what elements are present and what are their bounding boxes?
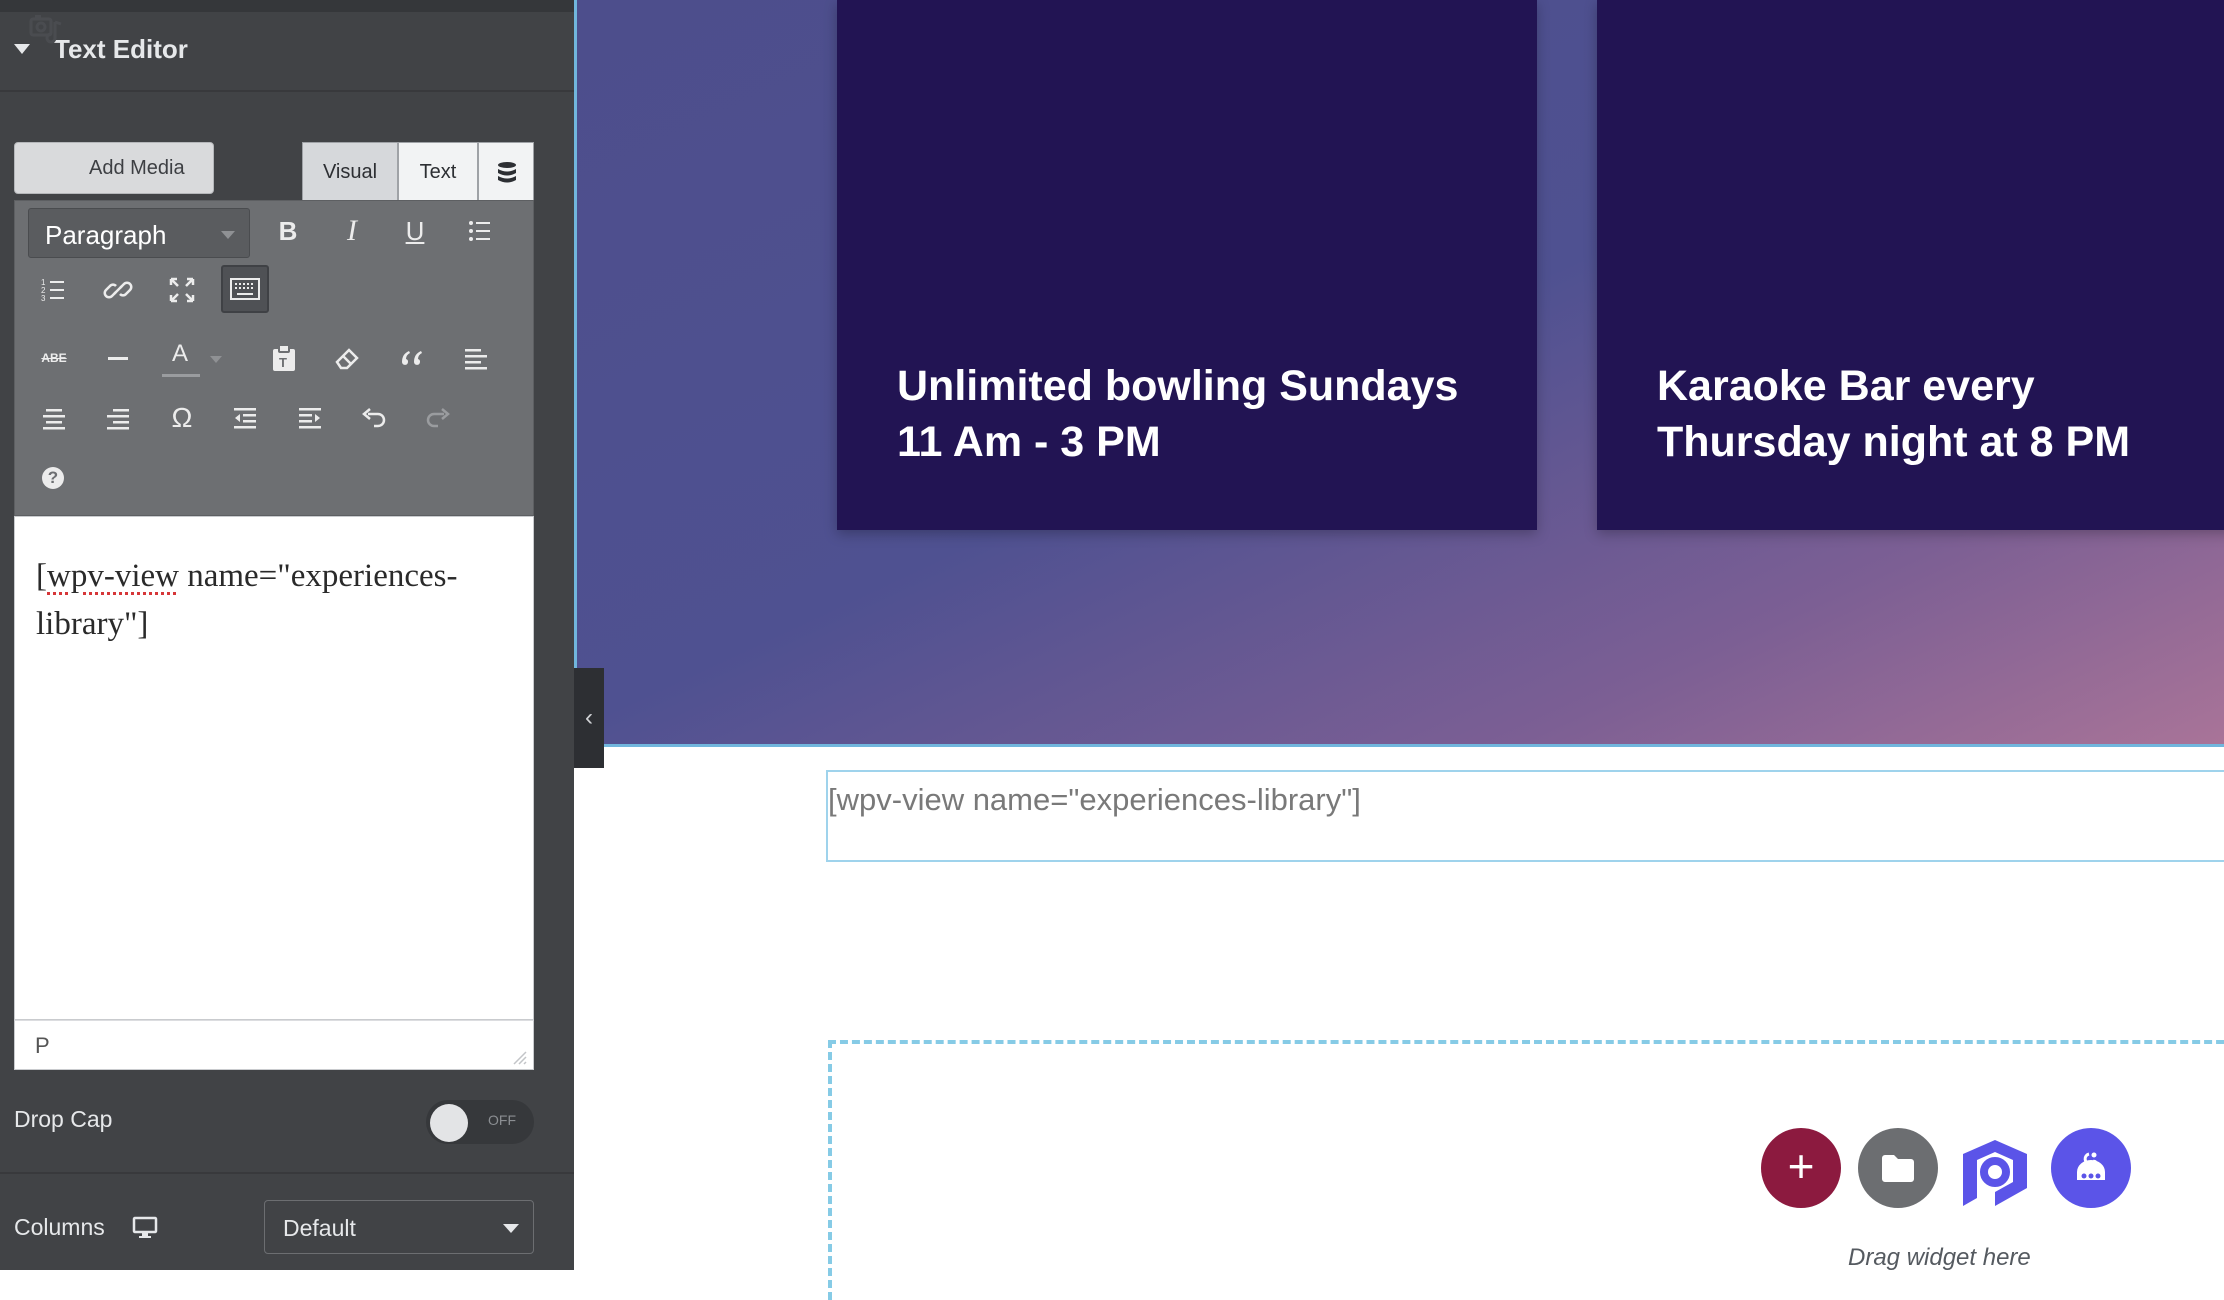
blockquote-icon (402, 351, 422, 365)
columns-label: Columns (14, 1214, 105, 1240)
event-card-title: Unlimited bowling Sundays 11 Am - 3 PM (897, 362, 1459, 466)
ai-assistant-button[interactable] (2051, 1128, 2131, 1208)
section-title[interactable]: Text Editor (54, 34, 188, 65)
desktop-icon[interactable] (132, 1216, 158, 1240)
outdent-button[interactable] (221, 394, 269, 442)
svg-text:T: T (279, 355, 287, 370)
collapse-panel-button[interactable]: ‹ (574, 668, 604, 768)
paste-icon: T (273, 344, 295, 371)
element-path[interactable]: P (35, 1033, 50, 1059)
fullscreen-button[interactable] (158, 266, 206, 314)
chevron-down-icon (221, 231, 235, 239)
columns-select[interactable]: Default (264, 1200, 534, 1254)
eraser-icon (335, 348, 359, 370)
drag-widget-hint: Drag widget here (1848, 1244, 2031, 1271)
bullet-list-icon (469, 221, 490, 241)
editor-content[interactable]: [wpv-view name="experiences-library"] (36, 552, 516, 648)
numbered-list-button[interactable]: 1 2 3 (30, 266, 78, 314)
horizontal-rule-icon (108, 357, 128, 360)
resize-grip-icon[interactable] (508, 1046, 528, 1066)
chevron-down-icon (210, 356, 222, 363)
caret-down-icon[interactable] (14, 44, 30, 54)
p-logo-icon[interactable] (1955, 1136, 2035, 1216)
add-section-button[interactable]: + (1761, 1128, 1841, 1208)
align-left-button[interactable] (452, 334, 500, 382)
italic-button[interactable]: I (328, 207, 376, 255)
editor-statusbar: P (14, 1020, 534, 1070)
widget-shortcode-text: [wpv-view name="experiences-library"] (828, 782, 1361, 817)
text-color-button[interactable]: A (158, 334, 222, 382)
numbered-list-icon: 1 2 3 (41, 278, 64, 303)
folder-icon (1882, 1155, 1914, 1182)
toggle-knob (430, 1104, 468, 1142)
undo-button[interactable] (350, 394, 398, 442)
strikethrough-button[interactable]: ABE (30, 334, 78, 382)
paste-as-text-button[interactable]: T (260, 334, 308, 382)
tab-text[interactable]: Text (398, 142, 478, 200)
columns-select-value: Default (283, 1215, 356, 1241)
clear-formatting-button[interactable] (323, 334, 371, 382)
divider (0, 1172, 574, 1174)
section-outline (574, 744, 2224, 747)
format-select-value: Paragraph (45, 220, 167, 250)
undo-icon (362, 408, 386, 428)
align-center-icon (43, 409, 65, 430)
bullet-list-button[interactable] (456, 207, 504, 255)
database-icon (498, 162, 516, 183)
panel-top-strip (0, 0, 574, 12)
toolbar-toggle-button[interactable] (221, 265, 269, 313)
text-color-glyph: A (172, 340, 189, 367)
align-right-icon (107, 409, 129, 430)
redo-button[interactable] (414, 394, 462, 442)
add-media-icon (29, 15, 62, 44)
help-button[interactable]: ? (30, 454, 78, 502)
tab-visual[interactable]: Visual (302, 142, 398, 200)
help-icon: ? (42, 467, 64, 489)
indent-icon (299, 408, 321, 429)
redo-icon (426, 408, 450, 428)
text-color-swatch (162, 374, 200, 377)
align-left-icon (465, 349, 487, 370)
align-center-button[interactable] (30, 394, 78, 442)
add-media-button[interactable]: Add Media (14, 142, 214, 194)
indent-button[interactable] (286, 394, 334, 442)
link-button[interactable] (94, 266, 142, 314)
dynamic-tags-tab[interactable] (478, 142, 534, 200)
drop-cap-label: Drop Cap (14, 1106, 113, 1132)
svg-text:3: 3 (41, 294, 46, 303)
fullscreen-icon (169, 277, 195, 303)
format-select[interactable]: Paragraph (28, 208, 250, 258)
special-character-button[interactable]: Ω (158, 394, 206, 442)
add-media-label: Add Media (89, 157, 185, 179)
add-template-button[interactable] (1858, 1128, 1938, 1208)
horizontal-rule-button[interactable] (94, 334, 142, 382)
misspelled-word: wpv-view (47, 558, 179, 594)
bold-button[interactable]: B (264, 207, 312, 255)
link-icon (103, 281, 133, 299)
blockquote-button[interactable] (388, 334, 436, 382)
chevron-down-icon (503, 1224, 519, 1233)
outdent-icon (234, 408, 256, 429)
align-right-button[interactable] (94, 394, 142, 442)
toggle-state-label: OFF (488, 1112, 516, 1128)
editor-content-bracket: [ (36, 558, 47, 594)
keyboard-icon (230, 278, 260, 300)
event-card-title: Karaoke Bar every Thursday night at 8 PM (1657, 362, 2131, 466)
robot-icon (2077, 1152, 2105, 1180)
underline-button[interactable]: U (391, 207, 439, 255)
